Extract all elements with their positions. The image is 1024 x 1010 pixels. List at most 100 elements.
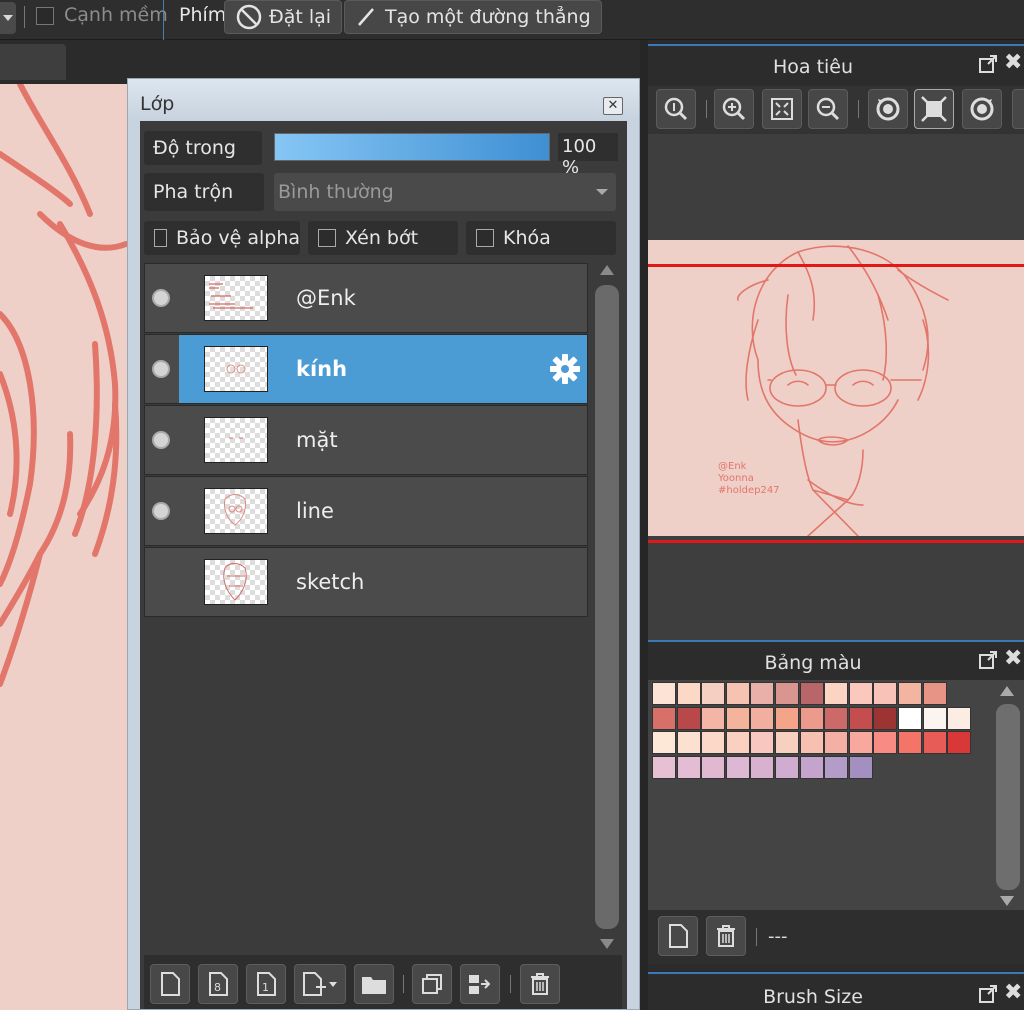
scroll-up-icon[interactable]: [1000, 686, 1014, 696]
color-swatch[interactable]: [799, 682, 824, 705]
layer-row-kinh[interactable]: kính: [144, 334, 588, 404]
palette-header[interactable]: Bảng màu ✖: [648, 640, 1024, 682]
color-swatch[interactable]: [799, 706, 824, 730]
duplicate-layer-button[interactable]: [412, 964, 452, 1004]
color-swatch[interactable]: [676, 755, 701, 779]
color-swatch[interactable]: [775, 682, 799, 705]
scroll-thumb[interactable]: [996, 704, 1020, 890]
delete-palette-button[interactable]: [706, 916, 746, 956]
color-swatch[interactable]: [775, 731, 799, 755]
layer-row-enk[interactable]: @Enk: [144, 263, 588, 333]
color-swatch[interactable]: [824, 706, 849, 730]
zoom-out-button[interactable]: [808, 89, 848, 129]
color-swatch[interactable]: [676, 706, 701, 730]
blend-mode-select[interactable]: Bình thường: [274, 173, 616, 211]
color-swatch[interactable]: [701, 682, 726, 705]
color-swatch[interactable]: [725, 706, 750, 730]
color-swatch[interactable]: [725, 755, 750, 779]
color-swatch[interactable]: [701, 755, 726, 779]
fit-view-button[interactable]: [762, 89, 802, 129]
color-swatch[interactable]: [873, 682, 898, 705]
color-swatch[interactable]: [922, 706, 947, 730]
delete-layer-button[interactable]: [520, 964, 560, 1004]
lock-checkbox[interactable]: Khóa: [466, 221, 616, 255]
color-swatch[interactable]: [750, 682, 775, 705]
color-swatch[interactable]: [775, 755, 799, 779]
brush-dropdown-button[interactable]: [0, 2, 16, 34]
opacity-slider[interactable]: [274, 133, 550, 161]
scroll-up-icon[interactable]: [600, 265, 614, 275]
opacity-value[interactable]: 100 %: [558, 133, 618, 178]
color-swatch[interactable]: [775, 706, 799, 730]
layer-row-line[interactable]: line: [144, 476, 588, 546]
close-icon[interactable]: ✖: [1004, 980, 1022, 1005]
color-swatch[interactable]: [725, 682, 750, 705]
new-1bit-layer-button[interactable]: 1: [246, 964, 286, 1004]
color-swatch[interactable]: [873, 731, 898, 755]
panel-divider[interactable]: [640, 40, 648, 1010]
color-swatch[interactable]: [898, 731, 922, 755]
popout-icon[interactable]: [978, 650, 998, 670]
gear-icon[interactable]: [547, 351, 583, 387]
new-folder-button[interactable]: [354, 964, 394, 1004]
color-swatch[interactable]: [799, 755, 824, 779]
merge-layer-button[interactable]: [460, 964, 500, 1004]
close-icon[interactable]: ✖: [1004, 646, 1022, 671]
color-swatch[interactable]: [701, 706, 726, 730]
color-swatch[interactable]: [799, 731, 824, 755]
straight-line-button[interactable]: Tạo một đường thẳng: [344, 0, 602, 34]
color-swatch[interactable]: [750, 755, 775, 779]
color-swatch[interactable]: [725, 731, 750, 755]
color-swatch[interactable]: [676, 731, 701, 755]
visibility-toggle[interactable]: [152, 431, 170, 449]
color-swatch[interactable]: [947, 731, 972, 755]
color-swatch[interactable]: [652, 706, 676, 730]
color-swatch[interactable]: [848, 755, 873, 779]
new-layer-button[interactable]: [150, 964, 190, 1004]
scroll-down-icon[interactable]: [600, 939, 614, 949]
color-swatch[interactable]: [652, 755, 676, 779]
color-swatch[interactable]: [676, 682, 701, 705]
layer-panel-titlebar[interactable]: Lớp ✕: [128, 79, 639, 121]
visibility-toggle[interactable]: [152, 502, 170, 520]
color-swatch[interactable]: [824, 731, 849, 755]
color-swatch[interactable]: [652, 731, 676, 755]
color-swatch[interactable]: [701, 731, 726, 755]
color-swatch[interactable]: [848, 682, 873, 705]
visibility-toggle[interactable]: [152, 360, 170, 378]
visibility-toggle[interactable]: [152, 289, 170, 307]
layer-row-mat[interactable]: mặt: [144, 405, 588, 475]
new-8bit-layer-button[interactable]: 8: [198, 964, 238, 1004]
navigator-preview[interactable]: @Enk Yoonna #holdep247: [648, 134, 1024, 640]
popout-icon[interactable]: [978, 54, 998, 74]
rotate-right-button[interactable]: [962, 89, 1002, 129]
add-layer-dropdown-button[interactable]: [294, 964, 346, 1004]
color-swatch[interactable]: [824, 682, 849, 705]
canvas-tab[interactable]: [0, 44, 66, 80]
protect-alpha-checkbox[interactable]: Bảo vệ alpha: [144, 221, 300, 255]
zoom-in-button[interactable]: [714, 89, 754, 129]
layer-row-sketch[interactable]: sketch: [144, 547, 588, 617]
drawing-canvas[interactable]: [0, 84, 128, 1010]
close-icon[interactable]: ✕: [603, 97, 623, 115]
layer-list-scrollbar[interactable]: [592, 263, 622, 953]
color-swatch[interactable]: [750, 731, 775, 755]
close-icon[interactable]: ✖: [1004, 50, 1022, 75]
color-swatch[interactable]: [652, 682, 676, 705]
color-swatch[interactable]: [947, 706, 972, 730]
navigator-overflow-button[interactable]: [1012, 89, 1024, 129]
brush-size-header[interactable]: Brush Size ✖: [648, 972, 1024, 1010]
color-swatch[interactable]: [922, 731, 947, 755]
scroll-thumb[interactable]: [595, 285, 619, 929]
zoom-actual-button[interactable]: [656, 89, 696, 129]
clipping-checkbox[interactable]: Xén bớt: [308, 221, 458, 255]
color-swatch[interactable]: [898, 706, 922, 730]
color-swatch[interactable]: [750, 706, 775, 730]
color-swatch[interactable]: [848, 706, 873, 730]
rotate-left-button[interactable]: [868, 89, 908, 129]
color-swatch[interactable]: [898, 682, 922, 705]
color-swatch[interactable]: [824, 755, 849, 779]
color-swatch[interactable]: [848, 731, 873, 755]
reset-button[interactable]: Đặt lại: [224, 0, 343, 34]
palette-scrollbar[interactable]: [994, 682, 1022, 910]
